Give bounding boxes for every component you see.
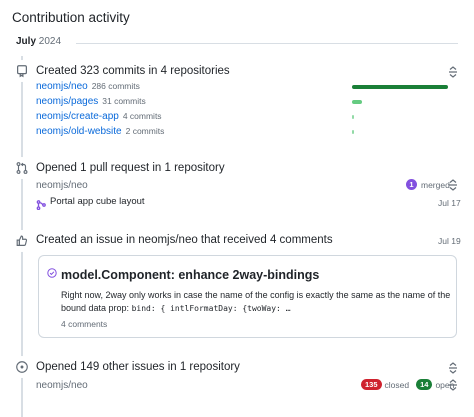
section-title: Contribution activity (12, 10, 130, 25)
pr-item[interactable]: Portal app cube layout (36, 196, 145, 210)
month-divider: July 2024 (16, 36, 458, 50)
repo-link-create-app[interactable]: neomjs/create-app (36, 111, 119, 122)
merged-pr-icon (36, 197, 46, 210)
pr-repo-name[interactable]: neomjs/neo (36, 180, 88, 191)
git-pull-request-icon (11, 157, 33, 179)
commit-count[interactable]: 31 commits (102, 96, 145, 106)
issue-card-title[interactable]: model.Component: enhance 2way-bindings (61, 268, 319, 282)
issue-card: model.Component: enhance 2way-bindings R… (38, 255, 457, 338)
merged-status[interactable]: 1 merged (406, 179, 450, 190)
fold-icon[interactable] (448, 362, 458, 374)
issue-card-comments[interactable]: 4 comments (61, 319, 107, 329)
month-name: July (16, 36, 37, 47)
month-year: 2024 (38, 36, 62, 47)
pr-date: Jul 17 (438, 198, 461, 208)
pr-title[interactable]: Portal app cube layout (50, 196, 145, 207)
commit-count[interactable]: 4 commits (123, 111, 162, 121)
commit-count[interactable]: 286 commits (92, 81, 140, 91)
closed-count[interactable]: 135 (361, 379, 382, 390)
issue-card-text-line1: Right now, 2way only works in case the n… (61, 290, 451, 300)
other-issues-title: Opened 149 other issues in 1 repository (36, 361, 240, 373)
month-label: July 2024 (16, 36, 61, 47)
repo-link-old-website[interactable]: neomjs/old-website (36, 126, 122, 137)
commit-count[interactable]: 2 commits (126, 126, 165, 136)
commit-share-bar (352, 130, 354, 134)
issue-status-counts: 135 closed 14 open (361, 379, 454, 390)
month-rule (76, 43, 458, 44)
repo-link-pages[interactable]: neomjs/pages (36, 96, 98, 107)
commit-share-bar (352, 100, 363, 104)
commit-bars (352, 85, 448, 145)
fold-icon[interactable] (448, 379, 458, 391)
open-count[interactable]: 14 (416, 379, 433, 390)
issue-closed-icon (47, 268, 57, 278)
issue-card-text-prefix: bound data prop: (61, 303, 132, 313)
other-issues-repo[interactable]: neomjs/neo (36, 380, 88, 391)
issue-card-code: bind: { intlFormatDay: {twoWay: … (131, 304, 291, 313)
closed-label[interactable]: closed (385, 380, 410, 390)
issue-card-text-line2: bound data prop: bind: { intlFormatDay: … (61, 302, 451, 315)
issue-comments-date: Jul 19 (438, 236, 461, 246)
repo-push-icon (11, 60, 33, 82)
commit-repo-row: neomjs/create-app 4 commits (36, 111, 366, 126)
commit-share-bar (352, 115, 354, 119)
issue-opened-icon (11, 356, 33, 378)
commit-repo-row: neomjs/pages 31 commits (36, 96, 366, 111)
commits-title: Created 323 commits in 4 repositories (36, 65, 230, 77)
pull-requests-title: Opened 1 pull request in 1 repository (36, 162, 225, 174)
issue-card-body: Right now, 2way only works in case the n… (61, 289, 451, 315)
commit-repo-row: neomjs/neo 286 commits (36, 81, 366, 96)
issue-comments-title: Created an issue in neomjs/neo that rece… (36, 234, 333, 246)
thumbs-up-icon (11, 230, 33, 252)
merged-label: merged (421, 179, 450, 190)
repo-link-neo[interactable]: neomjs/neo (36, 81, 88, 92)
fold-icon[interactable] (448, 66, 458, 78)
fold-icon[interactable] (448, 179, 458, 191)
merged-count: 1 (406, 179, 417, 190)
commit-repo-list: neomjs/neo 286 commits neomjs/pages 31 c… (36, 81, 366, 141)
commit-share-bar (352, 85, 448, 89)
commit-repo-row: neomjs/old-website 2 commits (36, 126, 366, 141)
